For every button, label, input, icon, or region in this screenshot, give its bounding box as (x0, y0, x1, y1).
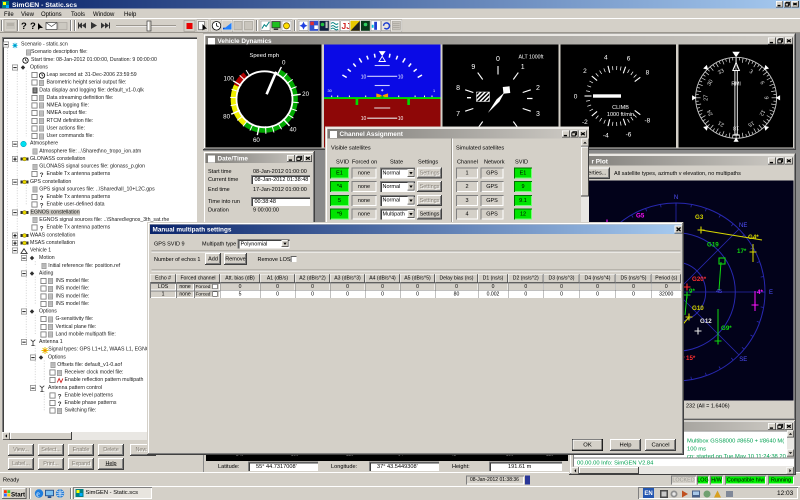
svg-text:G20*: G20* (692, 276, 707, 283)
svg-text:G5: G5 (636, 213, 645, 220)
svg-text:-8: -8 (645, 118, 651, 125)
svg-text:33: 33 (717, 68, 725, 76)
svg-text:6: 6 (758, 80, 765, 86)
svg-text:0: 0 (574, 94, 578, 101)
svg-text:10: 10 (360, 116, 366, 122)
svg-text:8: 8 (456, 85, 460, 92)
svg-text:3: 3 (536, 111, 540, 118)
svg-text:E: E (769, 290, 773, 296)
svg-text:24: 24 (706, 109, 714, 117)
svg-text:Speed mph: Speed mph (249, 53, 279, 59)
svg-text:15*: 15* (686, 355, 696, 362)
svg-text:-6: -6 (626, 131, 632, 138)
svg-text:30: 30 (706, 79, 714, 87)
svg-text:9: 9 (763, 96, 769, 99)
svg-text:8: 8 (646, 70, 650, 77)
svg-text:6: 6 (627, 56, 631, 63)
svg-text:?: ? (58, 393, 62, 400)
svg-text:G4*: G4* (748, 234, 759, 241)
svg-text:40: 40 (290, 127, 297, 134)
svg-text:0: 0 (282, 60, 286, 67)
svg-text:N: N (674, 195, 678, 201)
svg-text:4: 4 (604, 55, 608, 62)
svg-text:20: 20 (302, 91, 309, 98)
svg-text:3: 3 (748, 69, 754, 76)
svg-text:RMI: RMI (731, 82, 741, 88)
svg-text:4*: 4* (757, 289, 763, 296)
svg-text:CLIMB: CLIMB (612, 105, 629, 111)
svg-text:9*: 9* (689, 288, 695, 295)
svg-text:80: 80 (223, 114, 230, 121)
svg-text:ALT 1000ft: ALT 1000ft (519, 55, 544, 61)
svg-text:e: e (36, 490, 40, 499)
svg-text:9: 9 (471, 64, 475, 71)
svg-text:-2: -2 (582, 119, 588, 126)
svg-text:G3: G3 (695, 214, 704, 221)
svg-text:1000 ft/min: 1000 ft/min (607, 112, 634, 118)
svg-text:SE: SE (739, 357, 747, 363)
svg-text:2: 2 (583, 68, 587, 75)
svg-text:21: 21 (717, 119, 725, 127)
svg-text:15: 15 (747, 119, 755, 127)
svg-text:18: 18 (733, 125, 739, 131)
svg-text:NE: NE (739, 223, 747, 229)
svg-text:-4: -4 (603, 132, 609, 139)
svg-text:30: 30 (327, 89, 331, 93)
svg-text:10: 10 (397, 74, 403, 80)
svg-text:17*: 17* (737, 248, 747, 255)
svg-text:10: 10 (360, 74, 366, 80)
svg-text:G9*: G9* (721, 325, 732, 332)
svg-text:7: 7 (456, 111, 460, 118)
svg-text:27: 27 (703, 95, 709, 101)
svg-text:G12: G12 (700, 318, 712, 325)
svg-text:?: ? (21, 21, 27, 32)
svg-text:2: 2 (536, 85, 540, 92)
svg-text:12: 12 (757, 109, 765, 117)
svg-text:10: 10 (397, 116, 403, 122)
svg-text:G19: G19 (707, 242, 719, 249)
svg-text:?: ? (30, 21, 36, 32)
svg-text:?: ? (40, 195, 44, 202)
svg-text:0: 0 (496, 56, 500, 63)
svg-text:100: 100 (224, 76, 235, 83)
svg-text:1: 1 (521, 64, 525, 71)
svg-text:G10: G10 (692, 305, 704, 312)
svg-text:60: 60 (253, 137, 260, 144)
svg-text:Start: Start (11, 491, 25, 498)
svg-text:1: 1 (433, 89, 435, 93)
